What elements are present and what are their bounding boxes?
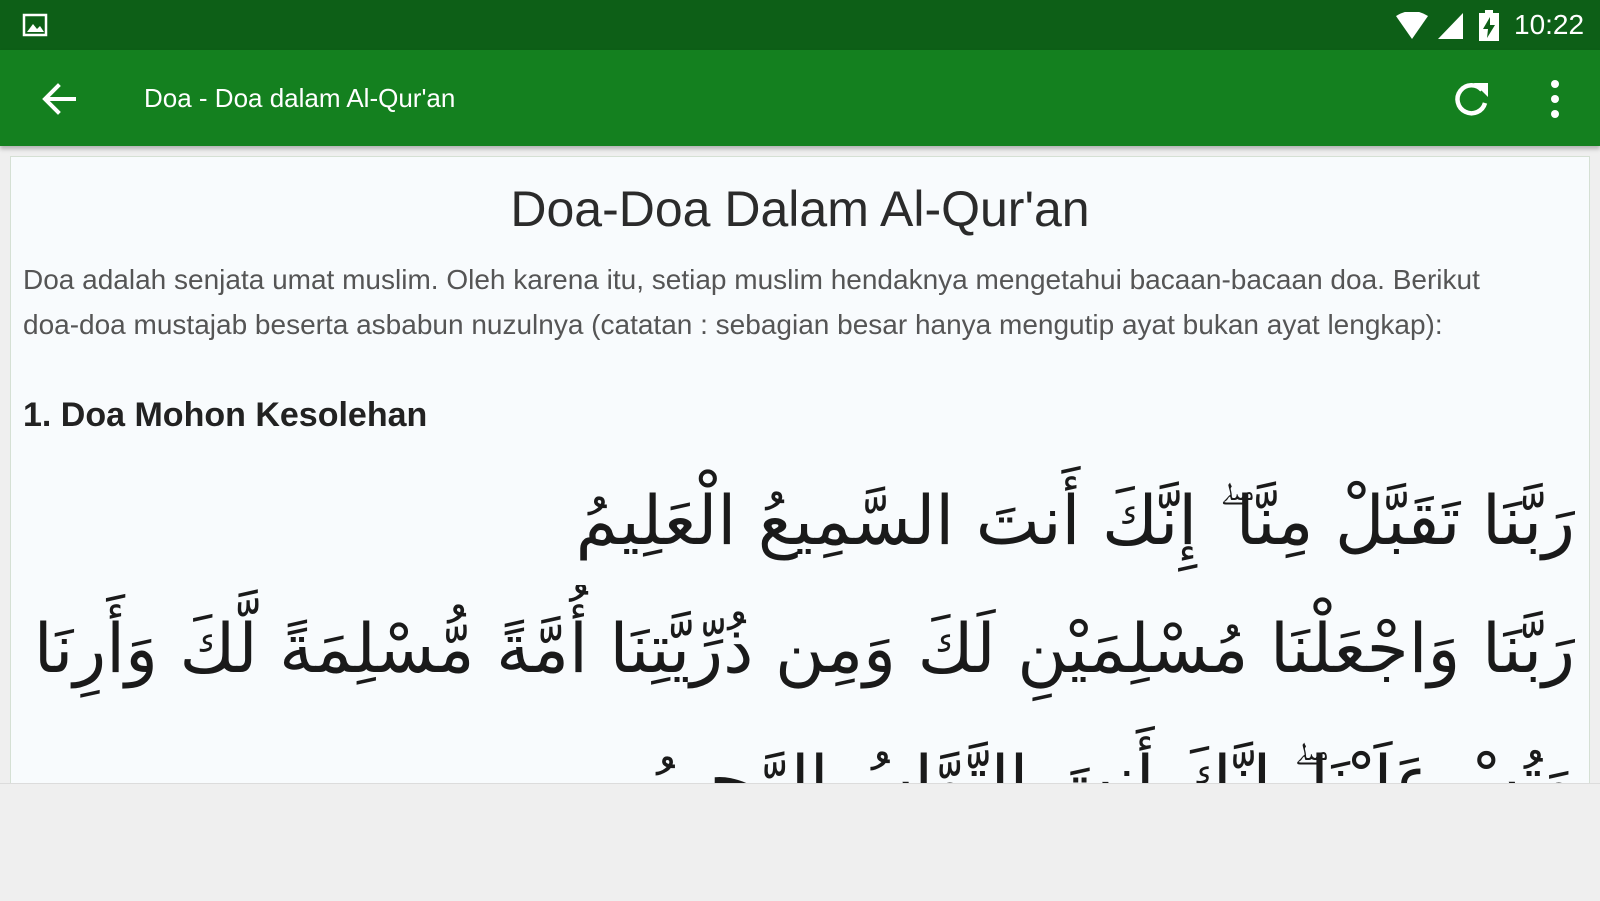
- signal-icon: [1438, 13, 1463, 39]
- refresh-icon[interactable]: [1448, 76, 1494, 122]
- status-bar: 10:22: [0, 0, 1600, 50]
- arabic-verse-line: رَبَّنَا وَاجْعَلْنَا مُسْلِمَيْنِ لَكَ …: [21, 610, 1575, 689]
- gallery-icon: [22, 13, 48, 37]
- battery-charging-icon: [1479, 10, 1499, 41]
- intro-line-1: Doa adalah senjata umat muslim. Oleh kar…: [23, 264, 1480, 295]
- arabic-verse-line: رَبَّنَا تَقَبَّلْ مِنَّا ۖ إِنَّكَ أَنت…: [575, 482, 1575, 561]
- status-clock: 10:22: [1514, 9, 1585, 40]
- arabic-verse-line: وَتُبْ عَلَيْنَا ۖ إِنَّكَ أَنتَ التَّوَ…: [643, 742, 1575, 784]
- section-heading: 1. Doa Mohon Kesolehan: [23, 396, 428, 434]
- intro-paragraph: Doa adalah senjata umat muslim. Oleh kar…: [23, 257, 1585, 347]
- page-title: Doa-Doa Dalam Al-Qur'an: [510, 181, 1090, 237]
- wifi-icon: [1396, 12, 1428, 39]
- more-vert-icon[interactable]: [1540, 76, 1570, 122]
- app-bar: Doa - Doa dalam Al-Qur'an: [0, 50, 1600, 146]
- bottom-blank-area: [0, 783, 1600, 901]
- intro-line-2: doa-doa mustajab beserta asbabun nuzulny…: [23, 309, 1443, 340]
- content-card: Doa-Doa Dalam Al-Qur'an Doa adalah senja…: [10, 156, 1590, 784]
- back-arrow-icon[interactable]: [34, 74, 84, 124]
- app-bar-title: Doa - Doa dalam Al-Qur'an: [144, 83, 456, 113]
